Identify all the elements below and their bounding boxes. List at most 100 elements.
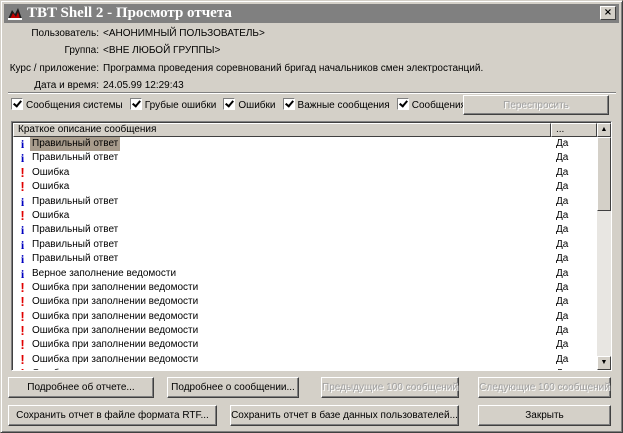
title-bar[interactable]: TBT Shell 2 - Просмотр отчета × <box>4 4 619 23</box>
app-logo-icon <box>8 8 22 20</box>
message-flag: Да <box>556 238 569 250</box>
message-flag: Да <box>556 253 569 265</box>
message-text: Ошибка при заполнении ведомости <box>32 325 199 337</box>
info-icon: i <box>20 266 25 281</box>
checkbox-checked-icon[interactable] <box>11 98 23 110</box>
message-text: Правильный ответ <box>32 238 119 250</box>
info-icon: i <box>20 237 25 252</box>
column-header-description[interactable]: Краткое описание сообщения <box>13 123 551 137</box>
list-item[interactable]: i Верное заполнение ведомости Да <box>14 267 597 281</box>
error-icon: ! <box>20 323 25 339</box>
message-text: Правильный ответ <box>32 195 119 207</box>
datetime-value: 24.05.99 12:29:43 <box>103 80 184 91</box>
close-button[interactable]: Закрыть <box>478 405 611 426</box>
message-flag: Да <box>556 138 569 149</box>
filter-messages[interactable]: Сообщения <box>396 98 466 112</box>
message-flag: Да <box>556 339 569 351</box>
message-flag: Да <box>556 310 569 322</box>
info-icon: i <box>20 252 25 267</box>
filter-errors[interactable]: Ошибки <box>223 98 275 112</box>
message-flag: Да <box>556 325 569 337</box>
scroll-up-icon[interactable]: ▲ <box>597 123 611 137</box>
info-icon: i <box>20 151 25 166</box>
save-rtf-button[interactable]: Сохранить отчет в файле формата RTF... <box>8 405 217 426</box>
message-text: Ошибка при заполнении ведомости <box>32 339 199 351</box>
messages-list[interactable]: Краткое описание сообщения ... i Правильн… <box>11 121 612 371</box>
scroll-thumb[interactable] <box>597 137 611 211</box>
message-text: Ошибка при заполнении ведомости <box>32 353 199 365</box>
message-text: Правильный ответ <box>30 137 121 152</box>
previous-100-button[interactable]: Предыдущие 100 сообщений <box>321 377 459 398</box>
message-text: Ошибка <box>32 166 70 178</box>
requery-button[interactable]: Переспросить <box>463 95 609 115</box>
error-icon: ! <box>20 279 25 295</box>
message-text: Правильный ответ <box>32 224 119 236</box>
checkbox-checked-icon[interactable] <box>282 98 295 110</box>
message-text: Ошибка при заполнении ведомости <box>32 296 199 308</box>
filter-gross-errors[interactable]: Грубые ошибки <box>129 98 216 112</box>
vertical-scrollbar[interactable]: ▲ ▼ <box>597 123 611 370</box>
message-text: Правильный ответ <box>32 253 119 265</box>
error-icon: ! <box>20 308 25 324</box>
window-title: TBT Shell 2 - Просмотр отчета <box>27 5 232 21</box>
separator <box>8 92 616 94</box>
column-header-extra[interactable]: ... <box>551 123 597 137</box>
message-text: Ошибка <box>32 209 70 221</box>
message-text: Ошибка при заполнении ведомости <box>32 310 199 322</box>
datetime-label: Дата и время: <box>34 80 99 91</box>
message-flag: Да <box>556 367 568 370</box>
list-item[interactable]: !Ошибка при заполнении ведомостиДа <box>14 338 597 352</box>
message-rows: i Правильный ответ Да i Правильный ответ Да! О… <box>14 137 597 370</box>
report-details-button[interactable]: Подробнее об отчете... <box>8 377 154 398</box>
save-database-button[interactable]: Сохранить отчет в базе данных пользовате… <box>230 405 459 426</box>
filter-system-messages[interactable]: Сообщения системы <box>11 98 123 112</box>
error-icon: ! <box>20 164 25 180</box>
message-flag: Да <box>556 209 569 221</box>
list-item[interactable]: ! Ошибка при заполнении ведомости Да <box>14 323 597 339</box>
list-item[interactable]: i Правильный ответ Да <box>14 151 597 165</box>
message-flag: Да <box>556 166 569 178</box>
list-item[interactable]: i Правильный ответ Да <box>14 252 597 266</box>
checkbox-checked-icon[interactable] <box>129 98 142 110</box>
list-item[interactable]: ! Ошибка Да <box>14 164 597 180</box>
checkbox-checked-icon[interactable] <box>223 98 236 110</box>
error-icon: ! <box>20 179 25 195</box>
error-icon: ! <box>20 207 25 223</box>
list-item[interactable]: i Правильный ответ Да <box>14 137 597 152</box>
message-text: Ошибка при заполнении ведомости <box>32 281 199 293</box>
message-text: Правильный ответ <box>32 152 119 164</box>
filter-important-messages[interactable]: Важные сообщения <box>282 98 390 112</box>
error-icon: ! <box>20 351 25 367</box>
report-viewer-window: TBT Shell 2 - Просмотр отчета × Пользова… <box>0 0 623 433</box>
message-flag: Да <box>556 195 569 207</box>
close-window-button[interactable]: × <box>600 6 616 20</box>
list-item[interactable]: i Правильный ответ Да <box>14 223 597 237</box>
info-icon: i <box>20 137 25 151</box>
message-filters: Сообщения системы Грубые ошибки Ошибки В… <box>11 98 470 114</box>
checkbox-checked-icon[interactable] <box>396 98 409 110</box>
message-flag: Да <box>556 224 569 236</box>
list-item[interactable]: !Ошибка при заполнении ведомостиДа <box>14 367 597 370</box>
error-icon: ! <box>20 294 25 310</box>
message-flag: Да <box>556 267 569 279</box>
list-item[interactable]: ! Ошибка Да <box>14 207 597 223</box>
course-label: Курс / приложение: <box>9 63 99 74</box>
list-item[interactable]: i Правильный ответ Да <box>14 195 597 209</box>
message-text: Верное заполнение ведомости <box>32 267 177 279</box>
list-item[interactable]: i Правильный ответ Да <box>14 238 597 252</box>
message-flag: Да <box>556 281 569 293</box>
scroll-down-icon[interactable]: ▼ <box>597 356 611 370</box>
message-text: Ошибка при заполнении ведомости <box>30 367 200 370</box>
list-item[interactable]: !Ошибка при заполнении ведомостиДа <box>14 295 597 309</box>
list-item[interactable]: ! Ошибка при заполнении ведомости Да <box>14 279 597 295</box>
next-100-button[interactable]: Следующие 100 сообщений <box>478 377 611 398</box>
list-item[interactable]: ! Ошибка Да <box>14 179 597 195</box>
group-value: <ВНЕ ЛЮБОЙ ГРУППЫ> <box>103 45 221 56</box>
message-details-button[interactable]: Подробнее о сообщении... <box>167 377 299 398</box>
info-icon: i <box>20 194 25 209</box>
group-label: Группа: <box>64 45 99 56</box>
list-item[interactable]: ! Ошибка при заполнении ведомости Да <box>14 351 597 367</box>
list-item[interactable]: ! Ошибка при заполнении ведомости Да <box>14 308 597 324</box>
user-value: <АНОНИМНЫЙ ПОЛЬЗОВАТЕЛЬ> <box>103 28 265 39</box>
course-value: Программа проведения соревнований бригад… <box>103 63 484 74</box>
